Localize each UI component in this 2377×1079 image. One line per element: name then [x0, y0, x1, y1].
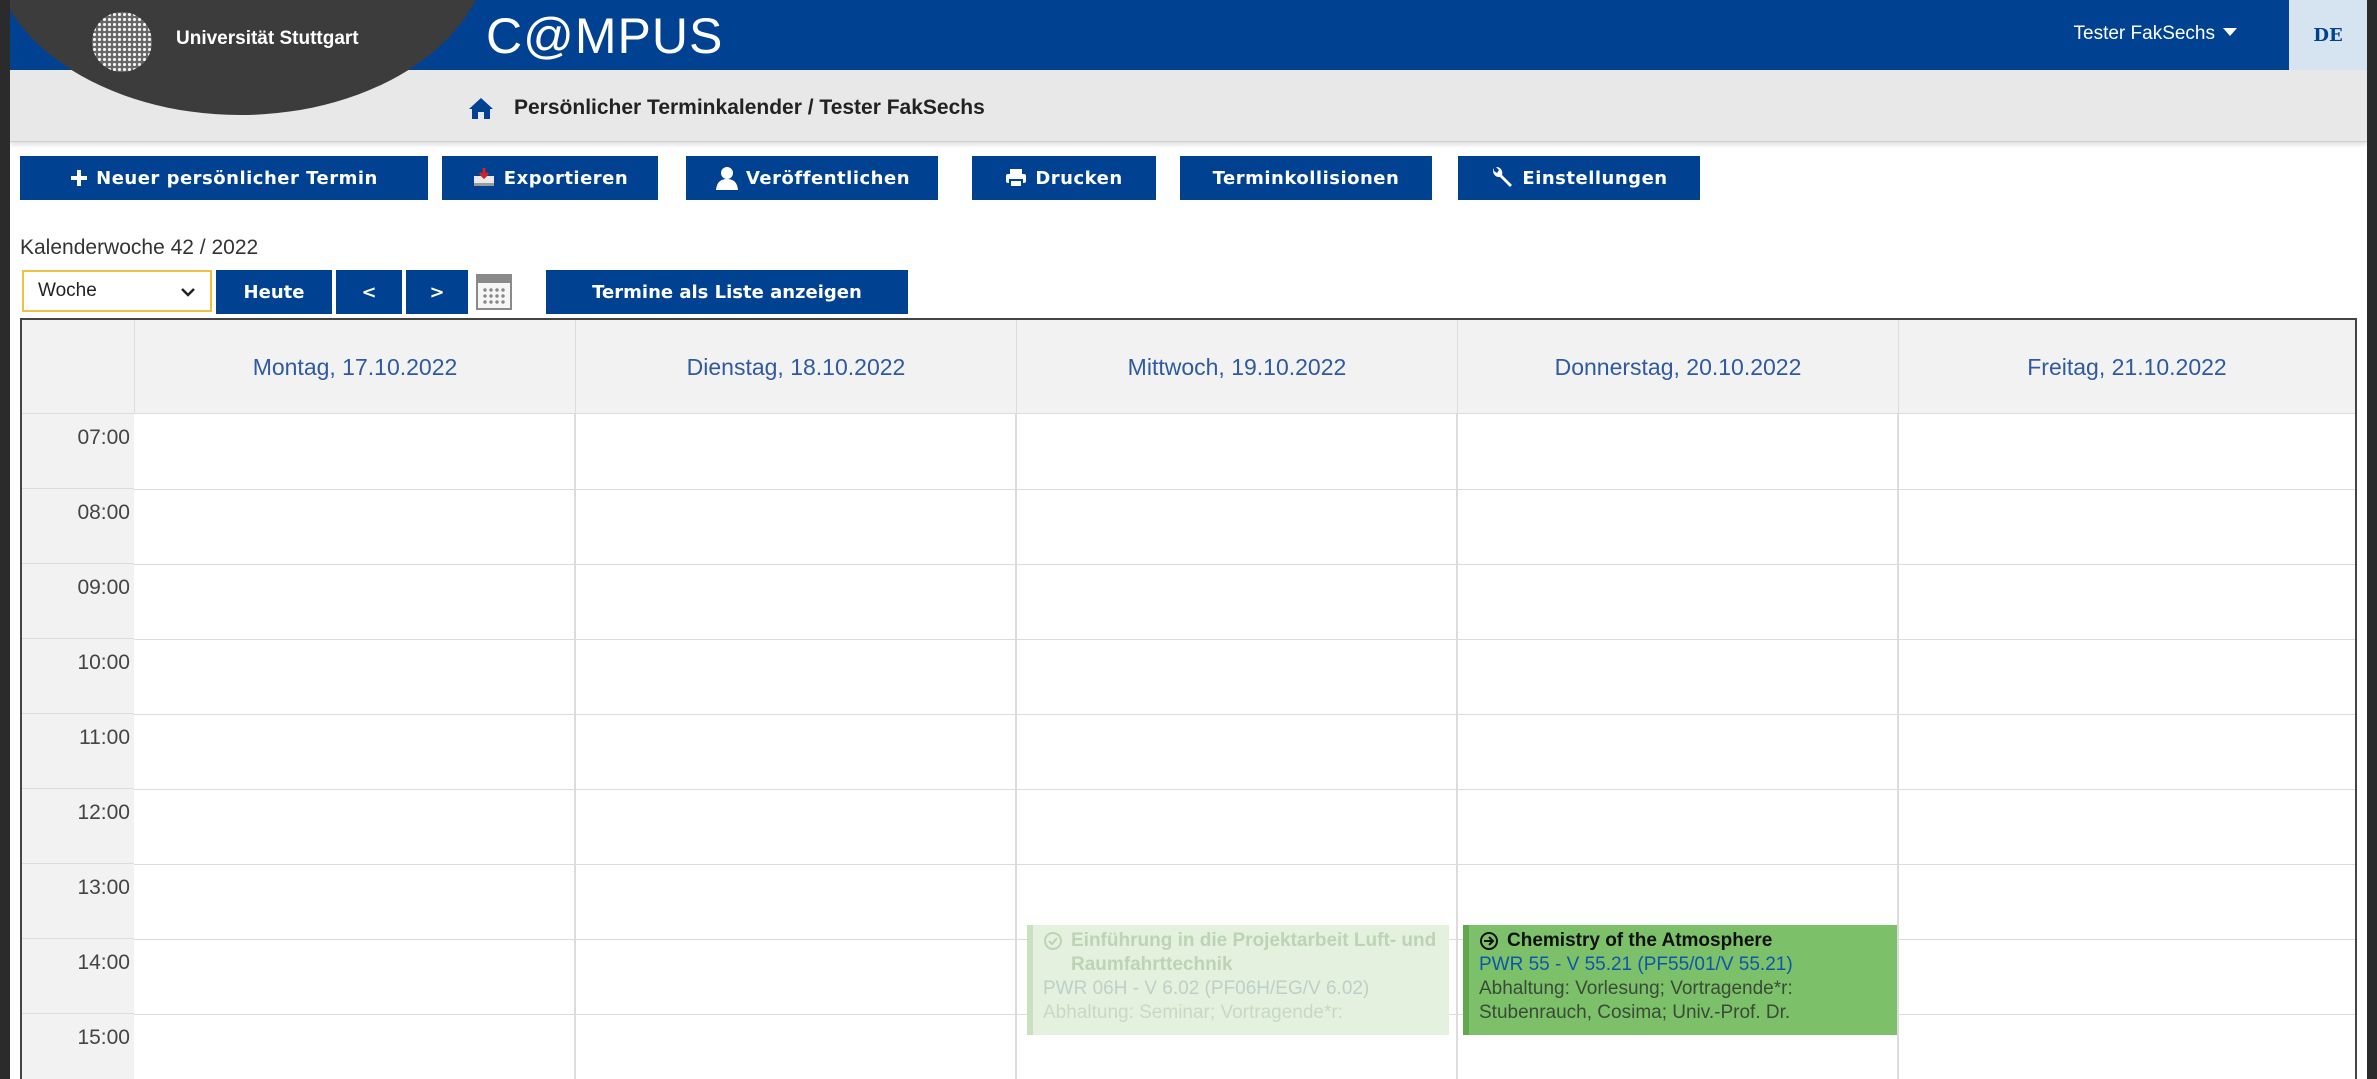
hour-label: 15:00	[22, 1014, 134, 1079]
calendar-event-past[interactable]: Einführung in die Projektarbeit Luft- un…	[1027, 925, 1449, 1035]
user-menu-label: Tester FakSechs	[2073, 23, 2216, 44]
previous-week-button[interactable]: <	[336, 270, 402, 314]
hour-label: 14:00	[22, 939, 134, 1014]
hour-label: 11:00	[22, 714, 134, 789]
chevron-down-icon	[181, 288, 195, 297]
breadcrumb: Persönlicher Terminkalender / Tester Fak…	[468, 96, 985, 120]
grid-line	[134, 789, 2355, 790]
export-label: Exportieren	[503, 167, 629, 189]
export-button[interactable]: Exportieren	[442, 156, 658, 200]
event-title: Einführung in die Projektarbeit Luft- un…	[1043, 929, 1441, 977]
university-logo-icon[interactable]	[92, 12, 152, 72]
event-details: Abhaltung: Seminar; Vortragende*r:	[1043, 1002, 1343, 1023]
grid-line	[574, 414, 576, 1079]
print-button[interactable]: Drucken	[972, 156, 1156, 200]
hour-label: 09:00	[22, 564, 134, 639]
grid-line	[134, 864, 2355, 865]
print-label: Drucken	[1035, 167, 1123, 189]
day-header-thursday[interactable]: Donnerstag, 20.10.2022	[1457, 320, 1898, 414]
hour-label: 10:00	[22, 639, 134, 714]
event-room: PWR 06H - V 6.02 (PF06H/EG/V 6.02)	[1043, 978, 1370, 999]
print-icon	[1006, 169, 1027, 188]
export-icon	[473, 168, 494, 186]
time-column: 07:00 08:00 09:00 10:00 11:00 12:00 13:0…	[22, 414, 134, 1079]
grid-line	[134, 714, 2355, 715]
date-picker-icon[interactable]	[476, 274, 512, 310]
view-select[interactable]: Woche	[22, 270, 212, 312]
day-header-tuesday[interactable]: Dienstag, 18.10.2022	[575, 320, 1016, 414]
grid-line	[1897, 414, 1899, 1079]
hour-label: 12:00	[22, 789, 134, 864]
university-name[interactable]: Universität Stuttgart	[176, 28, 359, 50]
day-header-monday[interactable]: Montag, 17.10.2022	[134, 320, 575, 414]
collisions-label: Terminkollisionen	[1212, 167, 1400, 189]
grid-line	[1456, 414, 1458, 1079]
hour-label: 13:00	[22, 864, 134, 939]
user-menu[interactable]: Tester FakSechs	[2073, 23, 2237, 45]
hour-label: 07:00	[22, 414, 134, 489]
plus-icon	[71, 170, 88, 186]
arrow-circle-icon	[1480, 932, 1498, 950]
today-button[interactable]: Heute	[216, 270, 332, 314]
page-title: Persönlicher Terminkalender / Tester Fak…	[514, 96, 985, 119]
next-week-button[interactable]: >	[406, 270, 468, 314]
publish-label: Veröffentlichen	[745, 167, 911, 189]
event-lecturer: Stubenrauch, Cosima; Univ.-Prof. Dr.	[1479, 1002, 1791, 1023]
new-appointment-button[interactable]: Neuer persönlicher Termin	[20, 156, 428, 200]
grid-line	[134, 639, 2355, 640]
home-icon[interactable]	[468, 96, 494, 120]
grid-line	[134, 564, 2355, 565]
grid-line	[1015, 414, 1017, 1079]
list-view-button[interactable]: Termine als Liste anzeigen	[546, 270, 908, 314]
day-header-friday[interactable]: Freitag, 21.10.2022	[1898, 320, 2355, 414]
view-select-value: Woche	[38, 280, 97, 301]
person-icon	[715, 167, 738, 190]
new-appointment-label: Neuer persönlicher Termin	[96, 167, 378, 189]
language-switch[interactable]: DE	[2289, 0, 2367, 70]
event-title: Chemistry of the Atmosphere	[1479, 929, 1889, 953]
collisions-button[interactable]: Terminkollisionen	[1180, 156, 1432, 200]
page: Universität Stuttgart C@MPUS Tester FakS…	[10, 0, 2367, 1079]
calendar-week-label: Kalenderwoche 42 / 2022	[20, 236, 259, 259]
day-header-wednesday[interactable]: Mittwoch, 19.10.2022	[1016, 320, 1457, 414]
event-details: Abhaltung: Vorlesung; Vortragende*r:	[1479, 978, 1793, 999]
event-room[interactable]: PWR 55 - V 55.21 (PF55/01/V 55.21)	[1479, 953, 1889, 977]
settings-button[interactable]: Einstellungen	[1458, 156, 1700, 200]
calendar-event[interactable]: Chemistry of the Atmosphere PWR 55 - V 5…	[1463, 925, 1897, 1035]
hour-label: 08:00	[22, 489, 134, 564]
caret-down-icon	[2223, 28, 2237, 36]
publish-button[interactable]: Veröffentlichen	[686, 156, 938, 200]
settings-label: Einstellungen	[1522, 167, 1668, 189]
wrench-icon	[1493, 166, 1513, 187]
app-name[interactable]: C@MPUS	[486, 6, 723, 66]
check-circle-icon	[1044, 932, 1062, 950]
grid-line	[134, 489, 2355, 490]
week-calendar: Montag, 17.10.2022 Dienstag, 18.10.2022 …	[20, 318, 2357, 1079]
